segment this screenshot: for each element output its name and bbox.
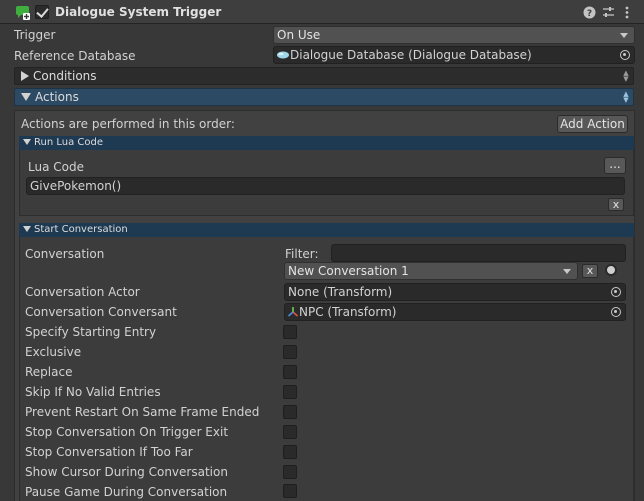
conditions-title: Conditions [21,68,97,84]
object-picker-icon[interactable] [611,307,621,317]
remove-lua-action-button[interactable]: x [608,198,624,211]
run-lua-title: Run Lua Code [34,137,103,148]
filter-label: Filter: [285,247,319,261]
toggle-stop-on-trigger-exit[interactable] [283,425,297,439]
svg-text:?: ? [586,9,591,19]
toggle-label-stop-on-trigger-exit: Stop Conversation On Trigger Exit [25,425,229,439]
add-action-button[interactable]: Add Action [557,115,628,133]
clear-conversation-button[interactable]: x [582,264,598,278]
actions-title: Actions [21,89,79,105]
conversation-conversant-field[interactable]: NPC (Transform) [284,303,626,321]
lua-code-input[interactable]: GivePokemon() [26,177,625,195]
toggle-label-pause-game: Pause Game During Conversation [25,485,228,499]
sliders-icon[interactable] [601,4,615,20]
actions-order-text: Actions are performed in this order: [21,117,235,131]
conditions-foldout[interactable]: Conditions ▲ ▼ [14,67,634,85]
toggle-specify-starting-entry[interactable] [283,325,297,339]
toggle-label-replace: Replace [25,365,73,379]
run-lua-header[interactable]: Run Lua Code [19,136,634,150]
object-picker-icon[interactable] [611,287,621,297]
toggle-prevent-restart[interactable] [283,405,297,419]
component-header: Dialogue System Trigger ? [0,0,644,24]
toggle-replace[interactable] [283,365,297,379]
conversation-actor-field[interactable]: None (Transform) [284,283,626,301]
toggle-label-stop-if-too-far: Stop Conversation If Too Far [25,445,193,459]
conversation-value: New Conversation 1 [288,264,409,278]
chevron-down-icon [620,33,628,38]
triangle-down-icon [23,139,31,145]
toggle-label-skip-if-no-valid-entries: Skip If No Valid Entries [25,385,161,399]
toggle-pause-game[interactable] [283,484,297,498]
toggle-stop-if-too-far[interactable] [283,445,297,459]
conditions-label: Conditions [33,69,97,83]
reference-database-label: Reference Database [14,49,136,63]
component-enabled-checkbox[interactable] [35,5,49,19]
database-icon [277,51,289,59]
triangle-right-icon [21,71,29,81]
toggle-show-cursor[interactable] [283,465,297,479]
component-title: Dialogue System Trigger [55,5,222,19]
trigger-label: Trigger [14,28,56,42]
lua-editor-button[interactable]: ... [604,157,626,174]
help-icon[interactable]: ? [582,4,596,20]
conversation-label: Conversation [25,247,105,261]
actions-foldout[interactable]: Actions ▲ ▼ [14,88,634,106]
trigger-value: On Use [277,28,321,42]
toggle-skip-if-no-valid-entries[interactable] [283,385,297,399]
toggle-label-exclusive: Exclusive [25,345,82,359]
transform-icon [287,307,299,317]
conversation-conversant-label: Conversation Conversant [25,305,177,319]
reorder-arrows-icon: ▲ ▼ [623,90,629,104]
conversation-dropdown[interactable]: New Conversation 1 [284,262,578,280]
kebab-menu-icon[interactable] [620,4,634,20]
start-conversation-title: Start Conversation [34,224,128,235]
reference-database-value: Dialogue Database (Dialogue Database) [290,48,532,62]
conversation-actor-label: Conversation Actor [25,285,140,299]
conversation-conversant-value: NPC (Transform) [299,305,397,319]
filter-input[interactable] [331,244,626,262]
object-picker-icon[interactable] [620,50,630,60]
actions-label: Actions [35,90,79,104]
chevron-down-icon [563,269,571,274]
toggle-label-prevent-restart: Prevent Restart On Same Frame Ended [25,405,260,419]
toggle-label-specify-starting-entry: Specify Starting Entry [25,325,157,339]
toggle-exclusive[interactable] [283,345,297,359]
conversation-picker-icon[interactable] [605,264,617,276]
reference-database-field[interactable]: Dialogue Database (Dialogue Database) [273,46,635,64]
toggle-label-show-cursor: Show Cursor During Conversation [25,465,228,479]
conversation-actor-value: None (Transform) [288,285,393,299]
dialogue-component-icon [16,6,30,20]
triangle-down-icon [21,93,31,101]
lua-code-label: Lua Code [28,160,84,174]
triangle-down-icon [23,226,31,232]
reorder-arrows-icon: ▲ ▼ [623,69,629,83]
start-conversation-header[interactable]: Start Conversation [19,223,634,237]
trigger-dropdown[interactable]: On Use [273,26,635,44]
